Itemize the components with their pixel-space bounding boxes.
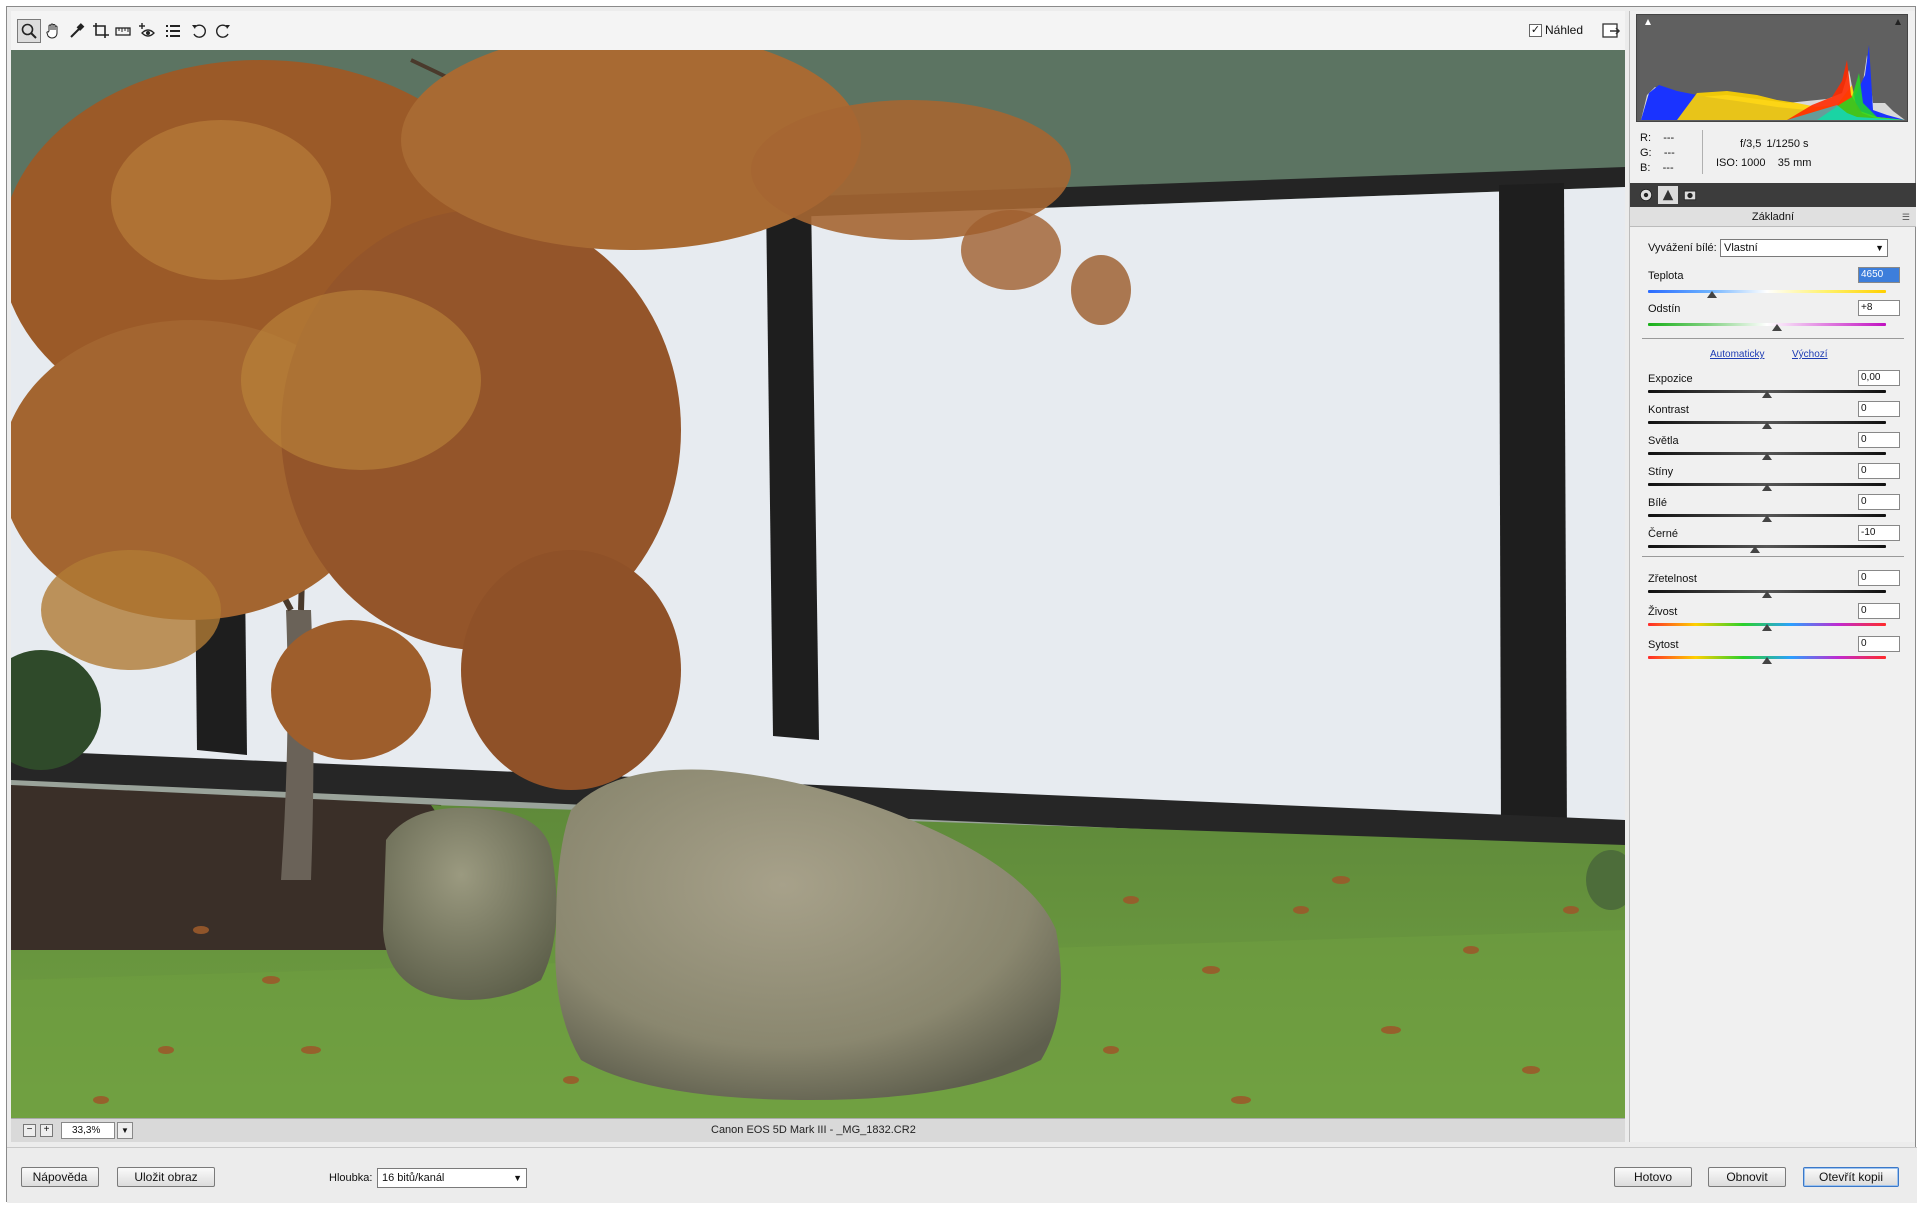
exif-info: f/3,5 1/1250 s ISO: 1000 35 mm (1716, 135, 1811, 173)
focal-length: 35 mm (1777, 157, 1812, 169)
aperture: f/3,5 (1740, 138, 1762, 150)
slider-value-field[interactable]: -10 (1858, 525, 1900, 541)
zoom-in-button[interactable]: + (40, 1124, 53, 1137)
camera-raw-dialog: ✓ Náhled − + 33,3% ▼ Canon EOS 5D Mark I… (0, 0, 1928, 1208)
toolbar: ✓ Náhled (11, 11, 1625, 51)
slider-label: Expozice (1648, 373, 1693, 385)
slider-thumb[interactable] (1762, 591, 1772, 598)
slider-label: Černé (1648, 528, 1678, 540)
slider-label: Stíny (1648, 466, 1674, 478)
bottom-bar: Nápověda Uložit obraz Hloubka: 16 bitů/k… (7, 1147, 1917, 1203)
slider-thumb[interactable] (1762, 453, 1772, 460)
save-image-button[interactable]: Uložit obraz (117, 1167, 215, 1187)
panel-title: Základní ☰ (1630, 207, 1916, 227)
slider-thumb[interactable] (1762, 515, 1772, 522)
depth-select[interactable]: 16 bitů/kanál ▼ (377, 1168, 527, 1188)
help-button[interactable]: Nápověda (21, 1167, 99, 1187)
preview-checkbox[interactable]: ✓ Náhled (1529, 23, 1583, 37)
file-info: Canon EOS 5D Mark III - _MG_1832.CR2 (711, 1124, 916, 1136)
image-preview[interactable] (11, 50, 1625, 1118)
iso: ISO: 1000 (1716, 157, 1766, 169)
slider-track[interactable] (1648, 545, 1886, 548)
temperature-slider-thumb[interactable] (1707, 291, 1718, 298)
temperature-label: Teplota (1648, 270, 1684, 282)
preview-check-mark[interactable]: ✓ (1529, 23, 1542, 37)
chevron-down-icon: ▼ (513, 1173, 522, 1183)
auto-link[interactable]: Automaticky (1710, 349, 1764, 360)
slider-label: Sytost (1648, 639, 1679, 651)
open-copy-button[interactable]: Otevřít kopii (1803, 1167, 1899, 1187)
fullscreen-icon[interactable] (1601, 21, 1621, 41)
zoom-out-button[interactable]: − (23, 1124, 36, 1137)
temperature-slider-track[interactable] (1648, 290, 1886, 293)
preferences-icon[interactable] (161, 19, 185, 43)
divider (1642, 556, 1904, 557)
slider-thumb[interactable] (1750, 546, 1761, 553)
slider-thumb[interactable] (1762, 484, 1772, 491)
straighten-tool-icon[interactable] (111, 19, 135, 43)
reset-button[interactable]: Obnovit (1708, 1167, 1786, 1187)
photo-garden-scene (11, 50, 1625, 1118)
slider-thumb[interactable] (1762, 624, 1772, 631)
slider-thumb[interactable] (1762, 422, 1772, 429)
slider-thumb[interactable] (1762, 657, 1772, 664)
rotate-right-icon[interactable] (211, 19, 235, 43)
red-eye-tool-icon[interactable] (135, 19, 159, 43)
slider-label: Kontrast (1648, 404, 1689, 416)
rgb-readout: R: --- G: --- B: --- (1640, 132, 1675, 174)
chevron-down-icon: ▼ (1875, 243, 1884, 253)
white-balance-tool-icon[interactable] (65, 19, 89, 43)
slider-label: Zřetelnost (1648, 573, 1697, 585)
done-button[interactable]: Hotovo (1614, 1167, 1692, 1187)
depth-label: Hloubka: (329, 1172, 373, 1184)
adjustments-panel: R: --- G: --- B: --- f/3,5 1/1250 s ISO:… (1629, 11, 1916, 1142)
slider-value-field[interactable]: 0 (1858, 603, 1900, 619)
temperature-value[interactable]: 4650 (1858, 267, 1900, 283)
preview-label: Náhled (1545, 23, 1584, 37)
slider-value-field[interactable]: 0,00 (1858, 370, 1900, 386)
crop-tool-icon[interactable] (89, 19, 113, 43)
hand-tool-icon[interactable] (41, 19, 65, 43)
zoom-tool-icon[interactable] (17, 19, 41, 43)
slider-value-field[interactable]: 0 (1858, 401, 1900, 417)
white-balance-label: Vyvážení bílé: (1648, 242, 1717, 254)
tint-label: Odstín (1648, 303, 1681, 315)
slider-value-field[interactable]: 0 (1858, 432, 1900, 448)
rotate-left-icon[interactable] (187, 19, 211, 43)
zoom-dropdown-icon[interactable]: ▼ (117, 1122, 133, 1139)
slider-value-field[interactable]: 0 (1858, 570, 1900, 586)
histogram (1636, 14, 1908, 122)
tint-value[interactable]: +8 (1858, 300, 1900, 316)
zoom-level-field[interactable]: 33,3% (61, 1122, 115, 1139)
tint-slider-track[interactable] (1648, 323, 1886, 326)
dialog-window: ✓ Náhled − + 33,3% ▼ Canon EOS 5D Mark I… (6, 6, 1917, 1203)
white-balance-select[interactable]: Vlastní ▼ (1720, 239, 1888, 257)
camera-info: R: --- G: --- B: --- f/3,5 1/1250 s ISO:… (1636, 128, 1908, 178)
tab-camera-calibration-icon[interactable] (1680, 186, 1700, 204)
info-divider (1702, 130, 1703, 174)
slider-value-field[interactable]: 0 (1858, 463, 1900, 479)
slider-value-field[interactable]: 0 (1858, 636, 1900, 652)
slider-thumb[interactable] (1762, 391, 1772, 398)
shutter-speed: 1/1250 s (1766, 138, 1809, 150)
slider-label: Bílé (1648, 497, 1667, 509)
tab-basic-aperture-icon[interactable] (1636, 186, 1656, 204)
default-link[interactable]: Výchozí (1792, 349, 1828, 360)
panel-menu-icon[interactable]: ☰ (1902, 207, 1910, 227)
tint-slider-thumb[interactable] (1771, 324, 1782, 331)
slider-label: Světla (1648, 435, 1679, 447)
slider-label: Živost (1648, 606, 1678, 618)
panel-tabs (1630, 183, 1916, 207)
tab-tone-curve-icon[interactable] (1658, 186, 1678, 204)
status-bar: − + 33,3% ▼ Canon EOS 5D Mark III - _MG_… (11, 1118, 1625, 1142)
divider (1642, 338, 1904, 339)
slider-value-field[interactable]: 0 (1858, 494, 1900, 510)
